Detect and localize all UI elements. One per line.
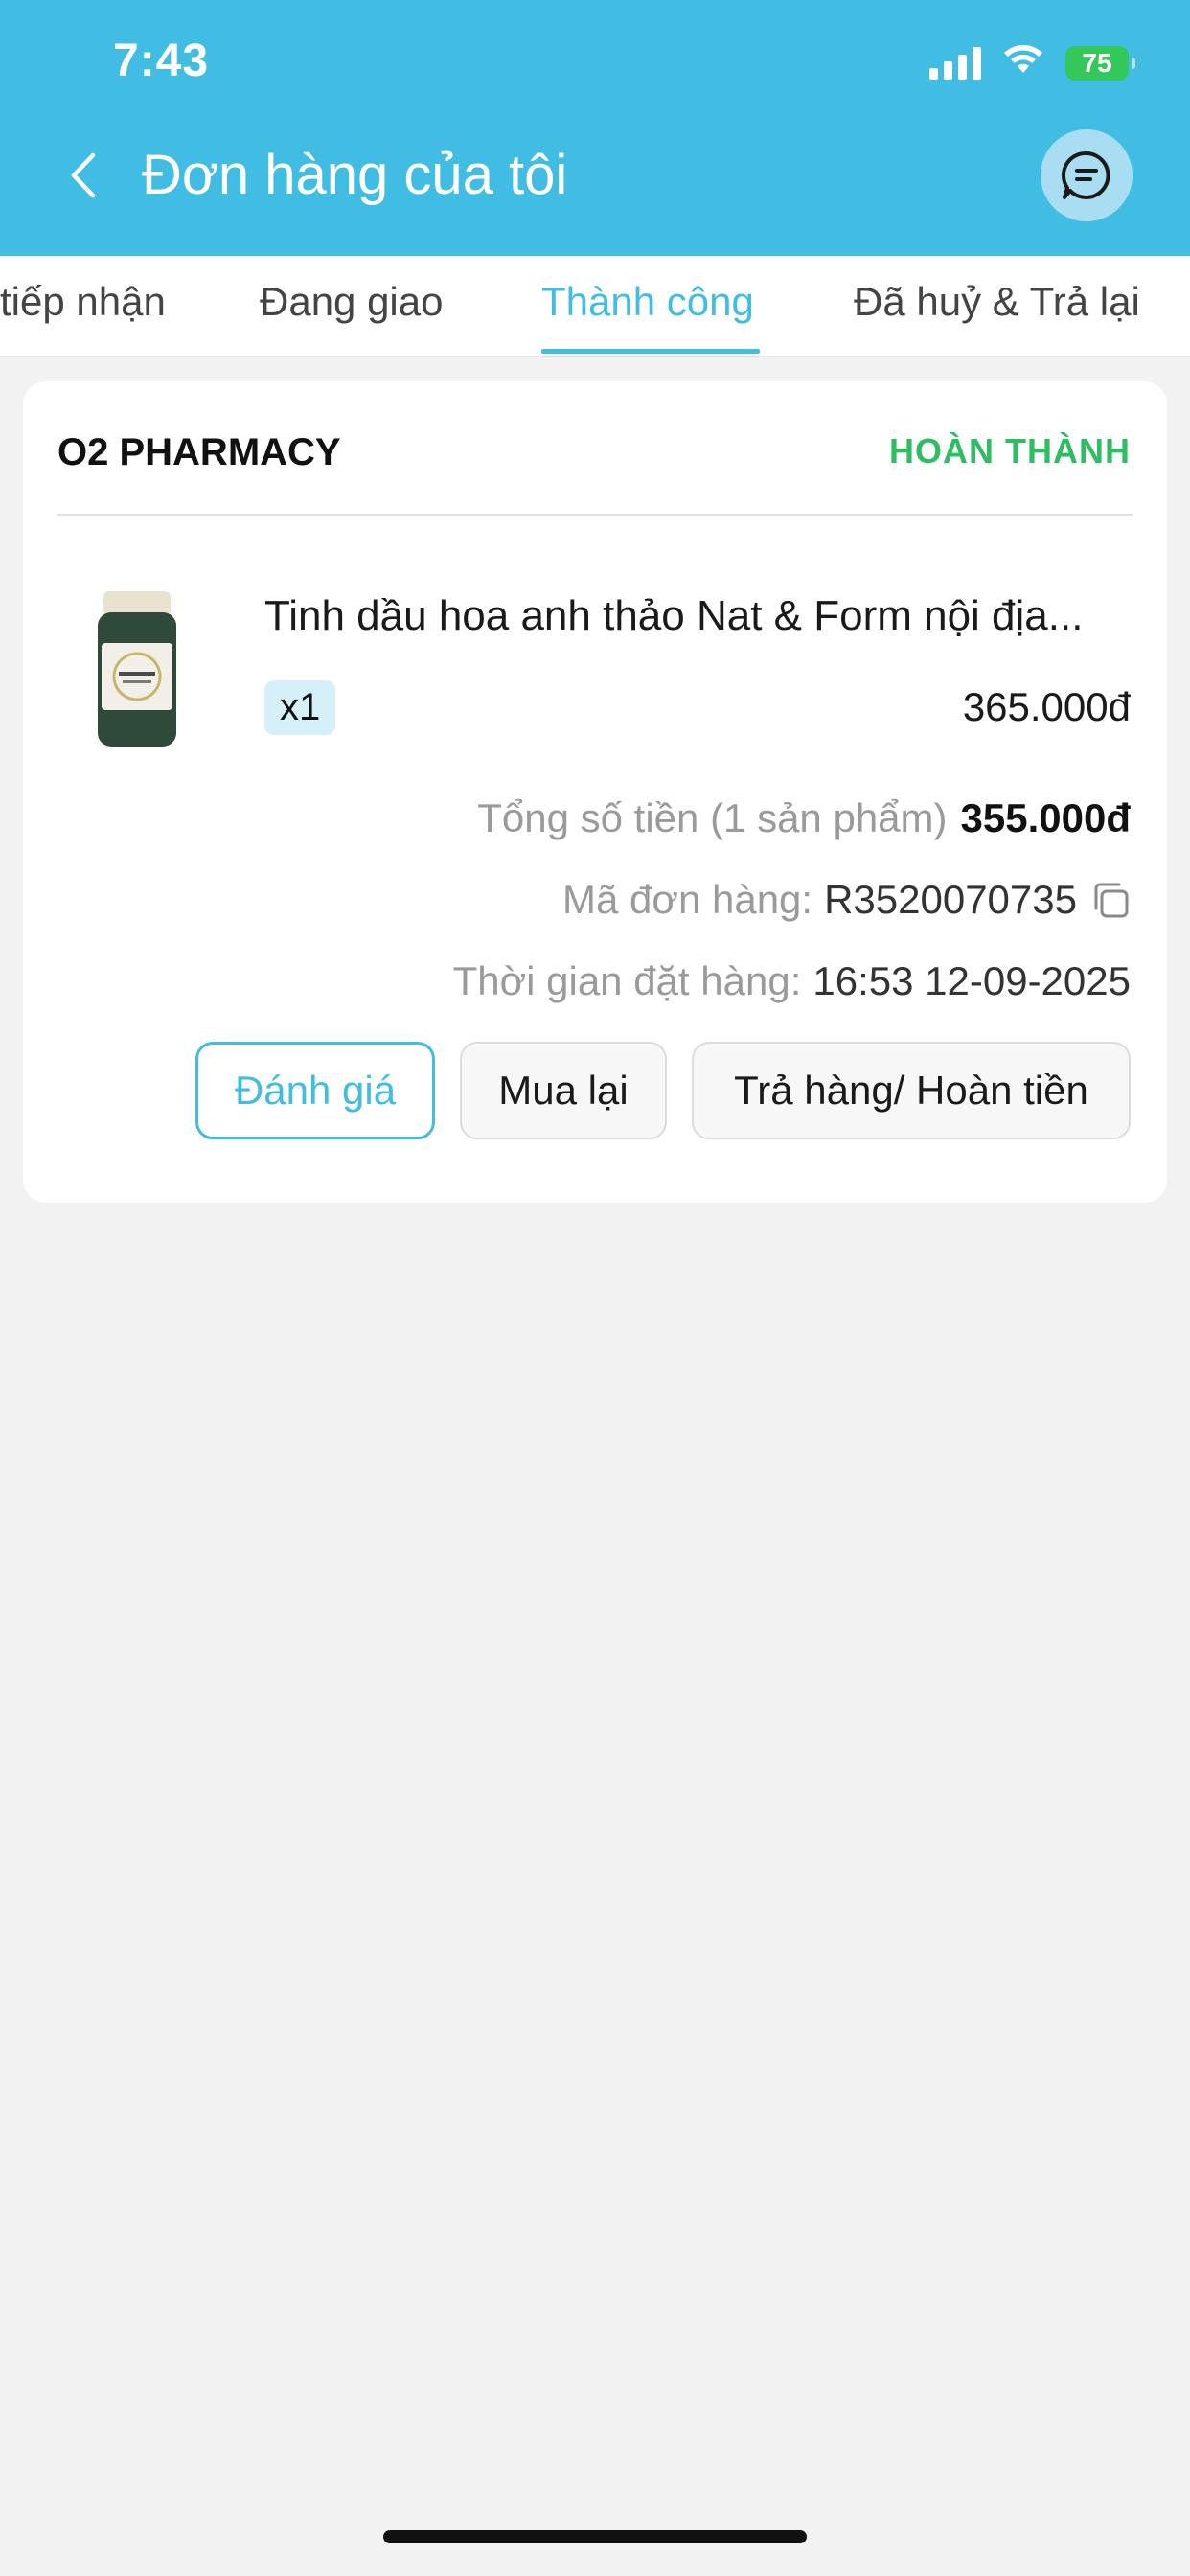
signal-icon xyxy=(929,46,981,80)
total-label: Tổng số tiền (1 sản phẩm) xyxy=(477,795,948,840)
product-image[interactable] xyxy=(84,587,190,750)
store-name: O2 PHARMACY xyxy=(57,431,341,473)
status-time: 7:43 xyxy=(113,35,210,86)
active-tab-indicator xyxy=(541,349,760,354)
chat-button[interactable] xyxy=(1041,129,1133,221)
wifi-icon xyxy=(1002,44,1044,81)
order-actions: Đánh giá Mua lại Trả hàng/ Hoàn tiền xyxy=(195,1042,1131,1139)
review-button[interactable]: Đánh giá xyxy=(195,1042,435,1139)
product-price: 365.000đ xyxy=(962,684,1131,729)
status-icons: 75 xyxy=(929,44,1135,81)
order-time-row: Thời gian đặt hàng: 16:53 12-09-2025 xyxy=(453,958,1131,1004)
order-status-tabs: tiếp nhận Đang giao Thành công Đã huỷ & … xyxy=(0,256,1190,357)
rebuy-button[interactable]: Mua lại xyxy=(460,1042,667,1139)
quantity-badge: x1 xyxy=(264,680,336,735)
order-code: R3520070735 xyxy=(824,877,1077,922)
chevron-left-icon xyxy=(71,152,96,198)
chat-bubble-icon xyxy=(1062,150,1110,199)
tab-completed[interactable]: Thành công xyxy=(541,279,754,325)
return-refund-button[interactable]: Trả hàng/ Hoàn tiền xyxy=(692,1042,1131,1139)
battery-charging-icon: 75 xyxy=(1065,45,1135,80)
tab-shipping[interactable]: Đang giao xyxy=(260,279,443,325)
status-badge: HOÀN THÀNH xyxy=(889,431,1131,471)
home-indicator xyxy=(383,2530,807,2543)
divider xyxy=(57,514,1133,516)
order-time-label: Thời gian đặt hàng: xyxy=(452,958,802,1003)
order-total-row: Tổng số tiền (1 sản phẩm) 355.000đ xyxy=(477,795,1131,841)
copy-icon[interactable] xyxy=(1090,880,1131,920)
total-amount: 355.000đ xyxy=(960,795,1131,840)
order-code-label: Mã đơn hàng: xyxy=(562,877,813,922)
order-card[interactable]: O2 PHARMACY HOÀN THÀNH Tinh dầu hoa anh … xyxy=(23,381,1167,1203)
order-time: 16:53 12-09-2025 xyxy=(812,958,1131,1003)
app-header: 7:43 75 Đơn hàng của tôi xyxy=(0,0,1190,256)
tab-cancelled-returned[interactable]: Đã huỷ & Trả lại xyxy=(854,279,1140,325)
tab-received[interactable]: tiếp nhận xyxy=(0,279,166,325)
back-button[interactable] xyxy=(54,142,111,209)
page-title: Đơn hàng của tôi xyxy=(142,144,568,206)
order-code-row: Mã đơn hàng: R3520070735 xyxy=(562,877,1131,923)
battery-level: 75 xyxy=(1082,47,1112,78)
product-name[interactable]: Tinh dầu hoa anh thảo Nat & Form nội địa… xyxy=(264,592,1136,640)
